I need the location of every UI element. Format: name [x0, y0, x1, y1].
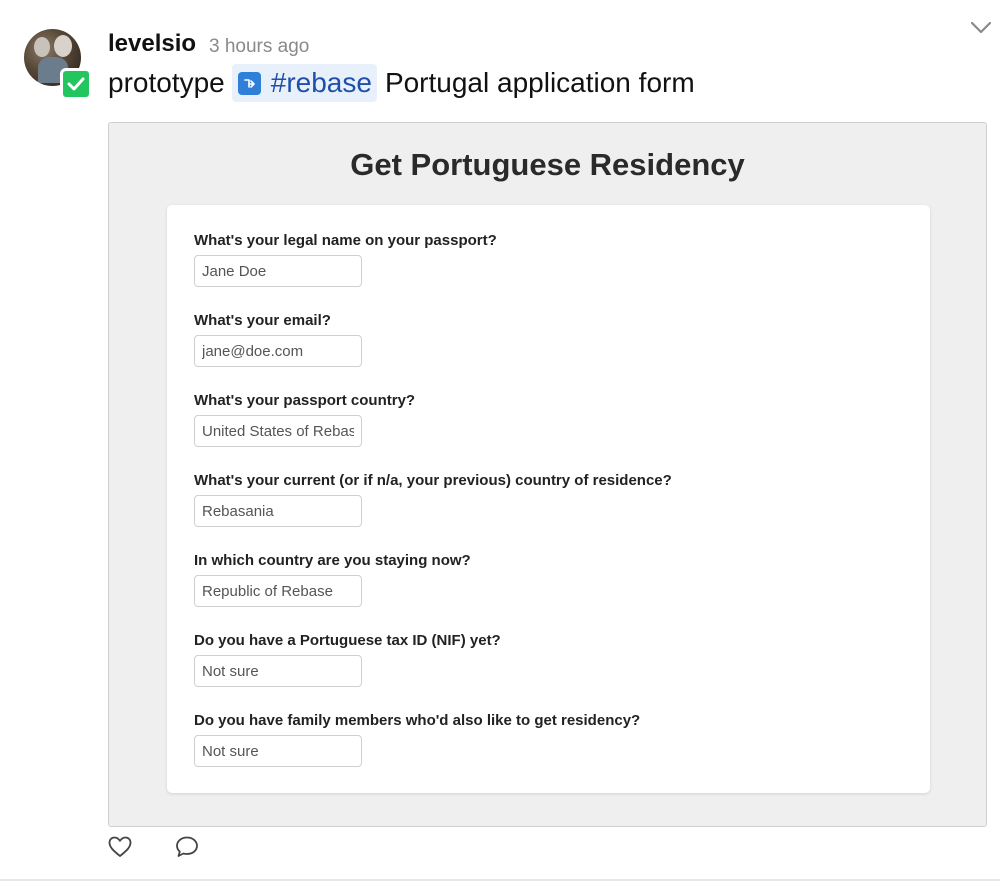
field-family-members: Do you have family members who'd also li… — [194, 712, 640, 767]
check-icon — [60, 68, 92, 100]
form-panel: What's your legal name on your passport?… — [167, 205, 930, 793]
heart-icon[interactable] — [107, 834, 133, 860]
post-timestamp: 3 hours ago — [209, 36, 310, 57]
field-email: What's your email? — [194, 312, 362, 367]
post-actions — [107, 834, 241, 860]
field-label: Do you have family members who'd also li… — [194, 712, 641, 729]
field-label: What's your passport country? — [194, 392, 416, 409]
legal-name-input[interactable] — [194, 255, 362, 287]
field-label: What's your email? — [194, 312, 331, 329]
avatar-figure — [34, 37, 50, 57]
field-label: What's your current (or if n/a, your pre… — [194, 472, 672, 489]
family-members-input[interactable] — [194, 735, 362, 767]
residence-country-input[interactable] — [194, 495, 362, 527]
project-tag[interactable]: #rebase — [231, 64, 377, 102]
project-icon — [237, 71, 261, 95]
field-label: In which country are you staying now? — [194, 552, 471, 569]
avatar-figure — [54, 35, 72, 57]
form-title: Get Portuguese Residency — [350, 147, 745, 182]
field-tax-id: Do you have a Portuguese tax ID (NIF) ye… — [194, 632, 501, 687]
field-legal-name: What's your legal name on your passport? — [194, 232, 497, 287]
field-residence-country: What's your current (or if n/a, your pre… — [194, 472, 672, 527]
current-country-input[interactable] — [194, 575, 362, 607]
message-prefix: prototype — [108, 67, 225, 98]
field-label: What's your legal name on your passport? — [194, 232, 497, 249]
chevron-down-icon[interactable] — [970, 20, 992, 36]
email-input[interactable] — [194, 335, 362, 367]
comment-icon[interactable] — [174, 834, 200, 860]
project-tag-label: #rebase — [270, 67, 372, 98]
author-name[interactable]: levelsio — [108, 30, 196, 58]
message-suffix: Portugal application form — [384, 67, 695, 98]
attachment-image[interactable]: Get Portuguese Residency What's your leg… — [108, 122, 987, 827]
tax-id-input[interactable] — [194, 655, 362, 687]
field-passport-country: What's your passport country? — [194, 392, 415, 447]
field-current-country: In which country are you staying now? — [194, 552, 471, 607]
passport-country-input[interactable] — [194, 415, 362, 447]
field-label: Do you have a Portuguese tax ID (NIF) ye… — [194, 632, 501, 649]
post-message: prototype #rebase Portugal application f… — [108, 64, 695, 102]
